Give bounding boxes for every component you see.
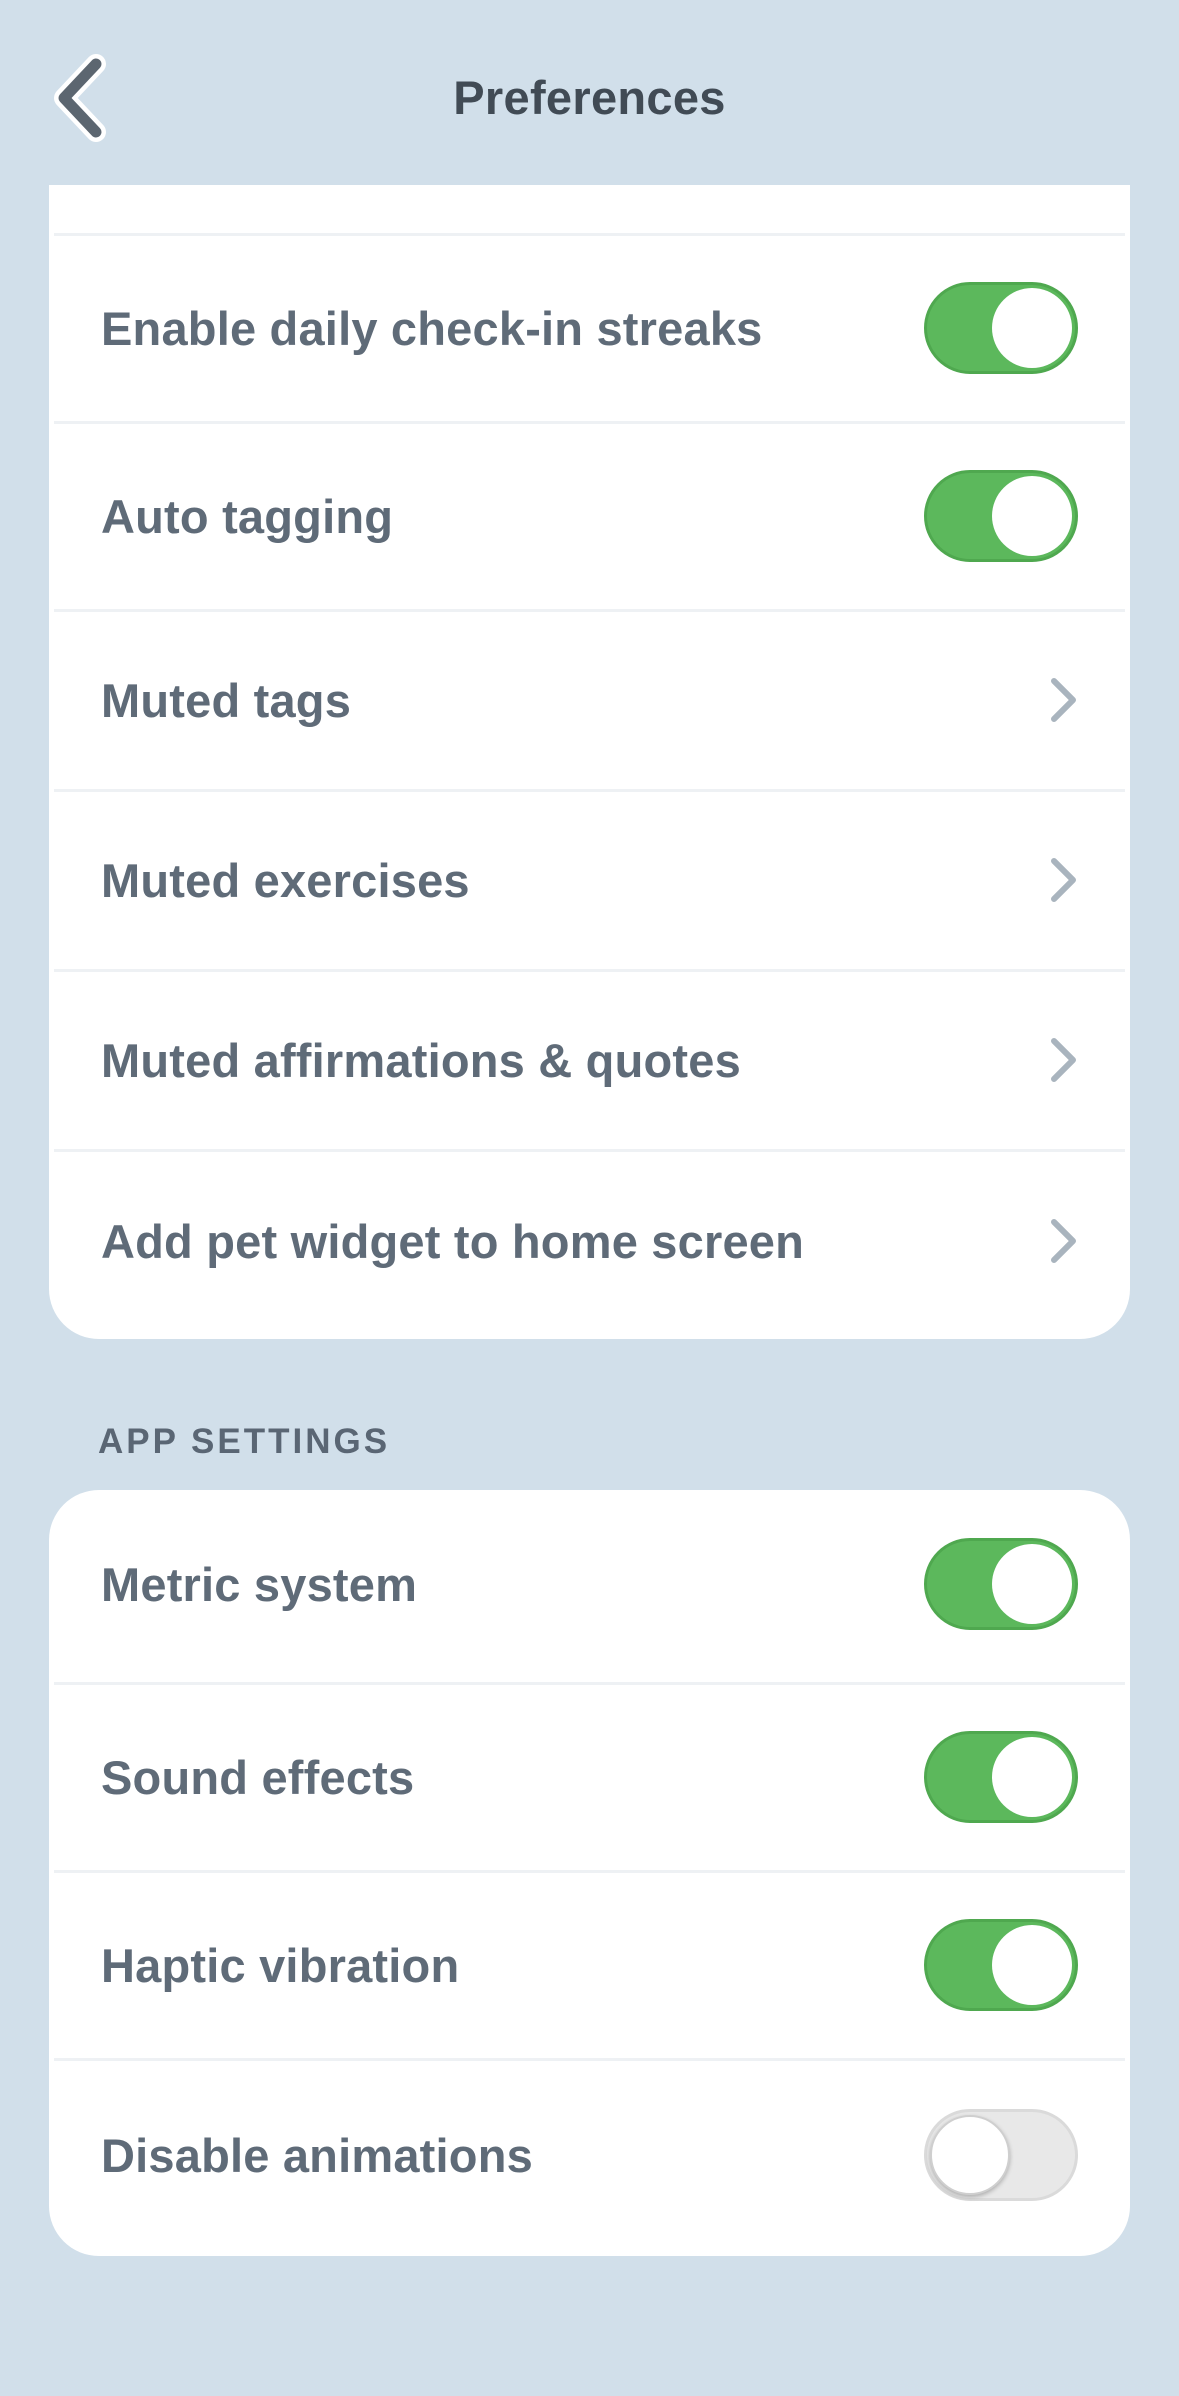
row-label: Muted exercises [101,853,470,907]
sound-effects-toggle[interactable] [924,1731,1078,1823]
row-sound-effects[interactable]: Sound effects [49,1684,1130,1870]
row-muted-tags[interactable]: Muted tags [49,611,1130,789]
row-label: Auto tagging [101,489,394,543]
section-title-app-settings: APP SETTINGS [98,1422,391,1461]
disable-animations-toggle[interactable] [924,2109,1078,2201]
row-add-pet-widget[interactable]: Add pet widget to home screen [49,1151,1130,1331]
chevron-right-icon [1038,1211,1078,1271]
toggle-knob [992,476,1072,556]
daily-checkin-streaks-toggle[interactable] [924,282,1078,374]
row-label: Add pet widget to home screen [101,1214,805,1268]
row-label: Enable daily check-in streaks [101,301,763,355]
metric-system-toggle[interactable] [924,1538,1078,1630]
chevron-right-icon [1038,850,1078,910]
row-label: Sound effects [101,1750,415,1804]
haptic-vibration-toggle[interactable] [924,1919,1078,2011]
row-daily-checkin-streaks[interactable]: Enable daily check-in streaks [49,235,1130,421]
row-label: Disable animations [101,2128,533,2182]
row-muted-exercises[interactable]: Muted exercises [49,791,1130,969]
row-auto-tagging[interactable]: Auto tagging [49,423,1130,609]
chevron-right-icon [1038,670,1078,730]
toggle-knob [930,2115,1010,2195]
top-bar: Preferences [0,0,1179,185]
toggle-knob [992,288,1072,368]
toggle-knob [992,1544,1072,1624]
row-disable-animations[interactable]: Disable animations [49,2060,1130,2250]
preferences-card: Enable daily check-in streaks Auto taggi… [49,120,1130,1339]
auto-tagging-toggle[interactable] [924,470,1078,562]
chevron-right-icon [1038,1030,1078,1090]
page-title: Preferences [453,71,726,124]
row-metric-system[interactable]: Metric system [49,1490,1130,1678]
toggle-knob [992,1737,1072,1817]
row-label: Muted tags [101,673,352,727]
row-label: Metric system [101,1557,418,1611]
row-muted-affirmations[interactable]: Muted affirmations & quotes [49,971,1130,1149]
row-label: Muted affirmations & quotes [101,1033,741,1087]
toggle-knob [992,1925,1072,2005]
app-settings-card: Metric system Sound effects Haptic vibra… [49,1490,1130,2256]
row-haptic-vibration[interactable]: Haptic vibration [49,1872,1130,2058]
row-label: Haptic vibration [101,1938,460,1992]
